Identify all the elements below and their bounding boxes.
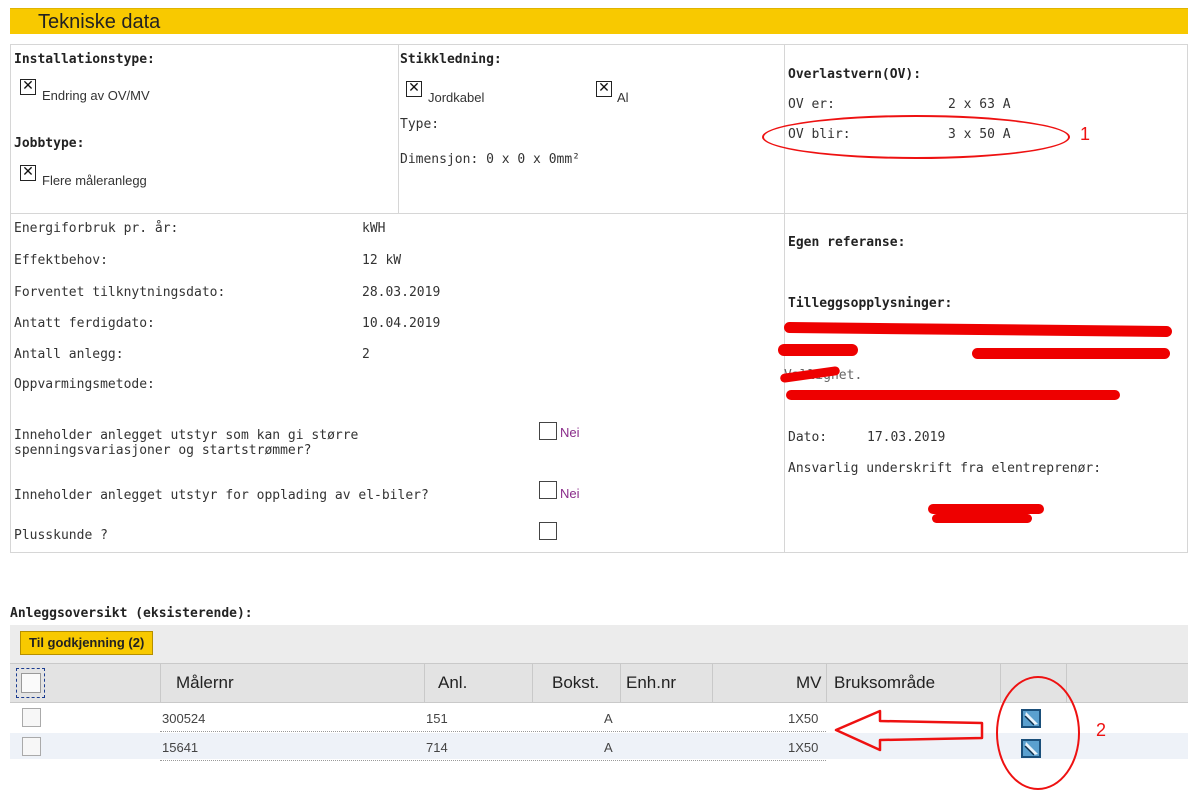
select-all-checkbox[interactable] — [21, 673, 41, 693]
ov-er-value: 2 x 63 A — [948, 97, 1011, 112]
annotation-oval-1 — [762, 115, 1070, 159]
signature-redaction — [928, 504, 1044, 514]
question-2: Inneholder anlegget utstyr for opplading… — [14, 488, 429, 503]
effekt-value: 12 kW — [362, 253, 402, 268]
redaction-mark — [783, 321, 1173, 338]
anlegg-value: 2 — [362, 347, 370, 362]
column-divider — [620, 663, 621, 703]
al-label: Al — [617, 90, 629, 105]
header-bruksomrade[interactable]: Bruksområde — [834, 673, 935, 693]
energy-label: Energiforbruk pr. år: — [14, 221, 179, 236]
ferdig-value: 10.04.2019 — [362, 316, 441, 331]
annotation-oval-2 — [996, 676, 1080, 790]
date-label: Dato: — [788, 430, 828, 445]
al-checkbox[interactable]: ✕ — [596, 81, 612, 97]
tilknytning-value: 28.03.2019 — [362, 285, 441, 300]
question-3: Plusskunde ? — [14, 528, 108, 543]
cell-bokst: A — [604, 711, 613, 726]
effekt-label: Effektbehov: — [14, 253, 108, 268]
type-label: Type: — [400, 117, 440, 132]
installation-label: Installationstype: — [14, 52, 155, 67]
cell-malernr: 15641 — [162, 740, 199, 755]
energy-value: kWH — [362, 221, 386, 236]
cell-malernr: 300524 — [162, 711, 206, 726]
divider — [10, 44, 1188, 45]
signature-redaction — [932, 514, 1032, 523]
installation-checkbox[interactable]: ✕ — [20, 79, 36, 95]
divider — [398, 44, 399, 213]
column-divider — [1000, 663, 1001, 703]
header-mv[interactable]: MV — [796, 673, 822, 693]
jordkabel-checkbox[interactable]: ✕ — [406, 81, 422, 97]
approve-button[interactable]: Til godkjenning (2) — [20, 631, 154, 655]
redaction-mark — [778, 344, 858, 356]
question-1-checkbox[interactable] — [539, 422, 557, 440]
cell-anl: 714 — [426, 740, 448, 755]
ferdig-label: Antatt ferdigdato: — [14, 316, 155, 331]
column-divider — [826, 663, 827, 703]
annotation-number-1: 1 — [1080, 124, 1091, 144]
cell-bokst: A — [604, 740, 613, 755]
cell-anl: 151 — [426, 711, 448, 726]
column-divider — [532, 663, 533, 703]
toolbar — [10, 625, 1188, 663]
question-2-checkbox[interactable] — [539, 481, 557, 499]
question-1: Inneholder anlegget utstyr som kan gi st… — [14, 428, 359, 458]
info-label: Tilleggsopplysninger: — [788, 296, 953, 311]
row-checkbox[interactable] — [22, 737, 41, 756]
column-divider — [424, 663, 425, 703]
divider — [10, 552, 1188, 553]
annotation-number-2: 2 — [1096, 720, 1107, 740]
section-title: Tekniske data — [10, 8, 1188, 34]
row-divider — [160, 731, 826, 732]
sign-label: Ansvarlig underskrift fra elentreprenør: — [788, 461, 1102, 476]
stikk-label: Stikkledning: — [400, 52, 502, 67]
column-divider — [160, 663, 161, 703]
question-3-checkbox[interactable] — [539, 522, 557, 540]
ov-label: Overlastvern(OV): — [788, 67, 922, 82]
header-bokst[interactable]: Bokst. — [552, 673, 599, 693]
date-value: 17.03.2019 — [867, 430, 946, 445]
jordkabel-label: Jordkabel — [428, 90, 485, 105]
job-checkbox[interactable]: ✕ — [20, 165, 36, 181]
cell-mv: 1X50 — [788, 740, 819, 755]
row-divider — [160, 760, 826, 761]
overview-label: Anleggsoversikt (eksisterende): — [10, 606, 253, 621]
divider — [10, 213, 1188, 214]
column-divider — [712, 663, 713, 703]
question-2-answer: Nei — [560, 486, 580, 501]
anlegg-label: Antall anlegg: — [14, 347, 124, 362]
header-malernr[interactable]: Målernr — [176, 673, 234, 693]
header-anl[interactable]: Anl. — [438, 673, 467, 693]
annotation-arrow — [834, 709, 984, 752]
header-enhnr[interactable]: Enh.nr — [626, 673, 676, 693]
divider — [784, 44, 785, 552]
redaction-mark — [786, 390, 1120, 400]
ov-er-label: OV er: — [788, 97, 835, 112]
divider — [10, 44, 11, 552]
tilknytning-label: Forventet tilknytningsdato: — [14, 285, 226, 300]
job-label: Jobbtype: — [14, 136, 85, 151]
cell-mv: 1X50 — [788, 711, 819, 726]
row-checkbox[interactable] — [22, 708, 41, 727]
redaction-mark — [972, 348, 1170, 359]
dimension-text: Dimensjon: 0 x 0 x 0mm² — [400, 152, 581, 167]
installation-option: Endring av OV/MV — [42, 88, 150, 103]
oppvarming-label: Oppvarmingsmetode: — [14, 377, 155, 392]
ref-label: Egen referanse: — [788, 235, 906, 250]
job-option: Flere måleranlegg — [42, 173, 147, 188]
question-1-answer: Nei — [560, 425, 580, 440]
